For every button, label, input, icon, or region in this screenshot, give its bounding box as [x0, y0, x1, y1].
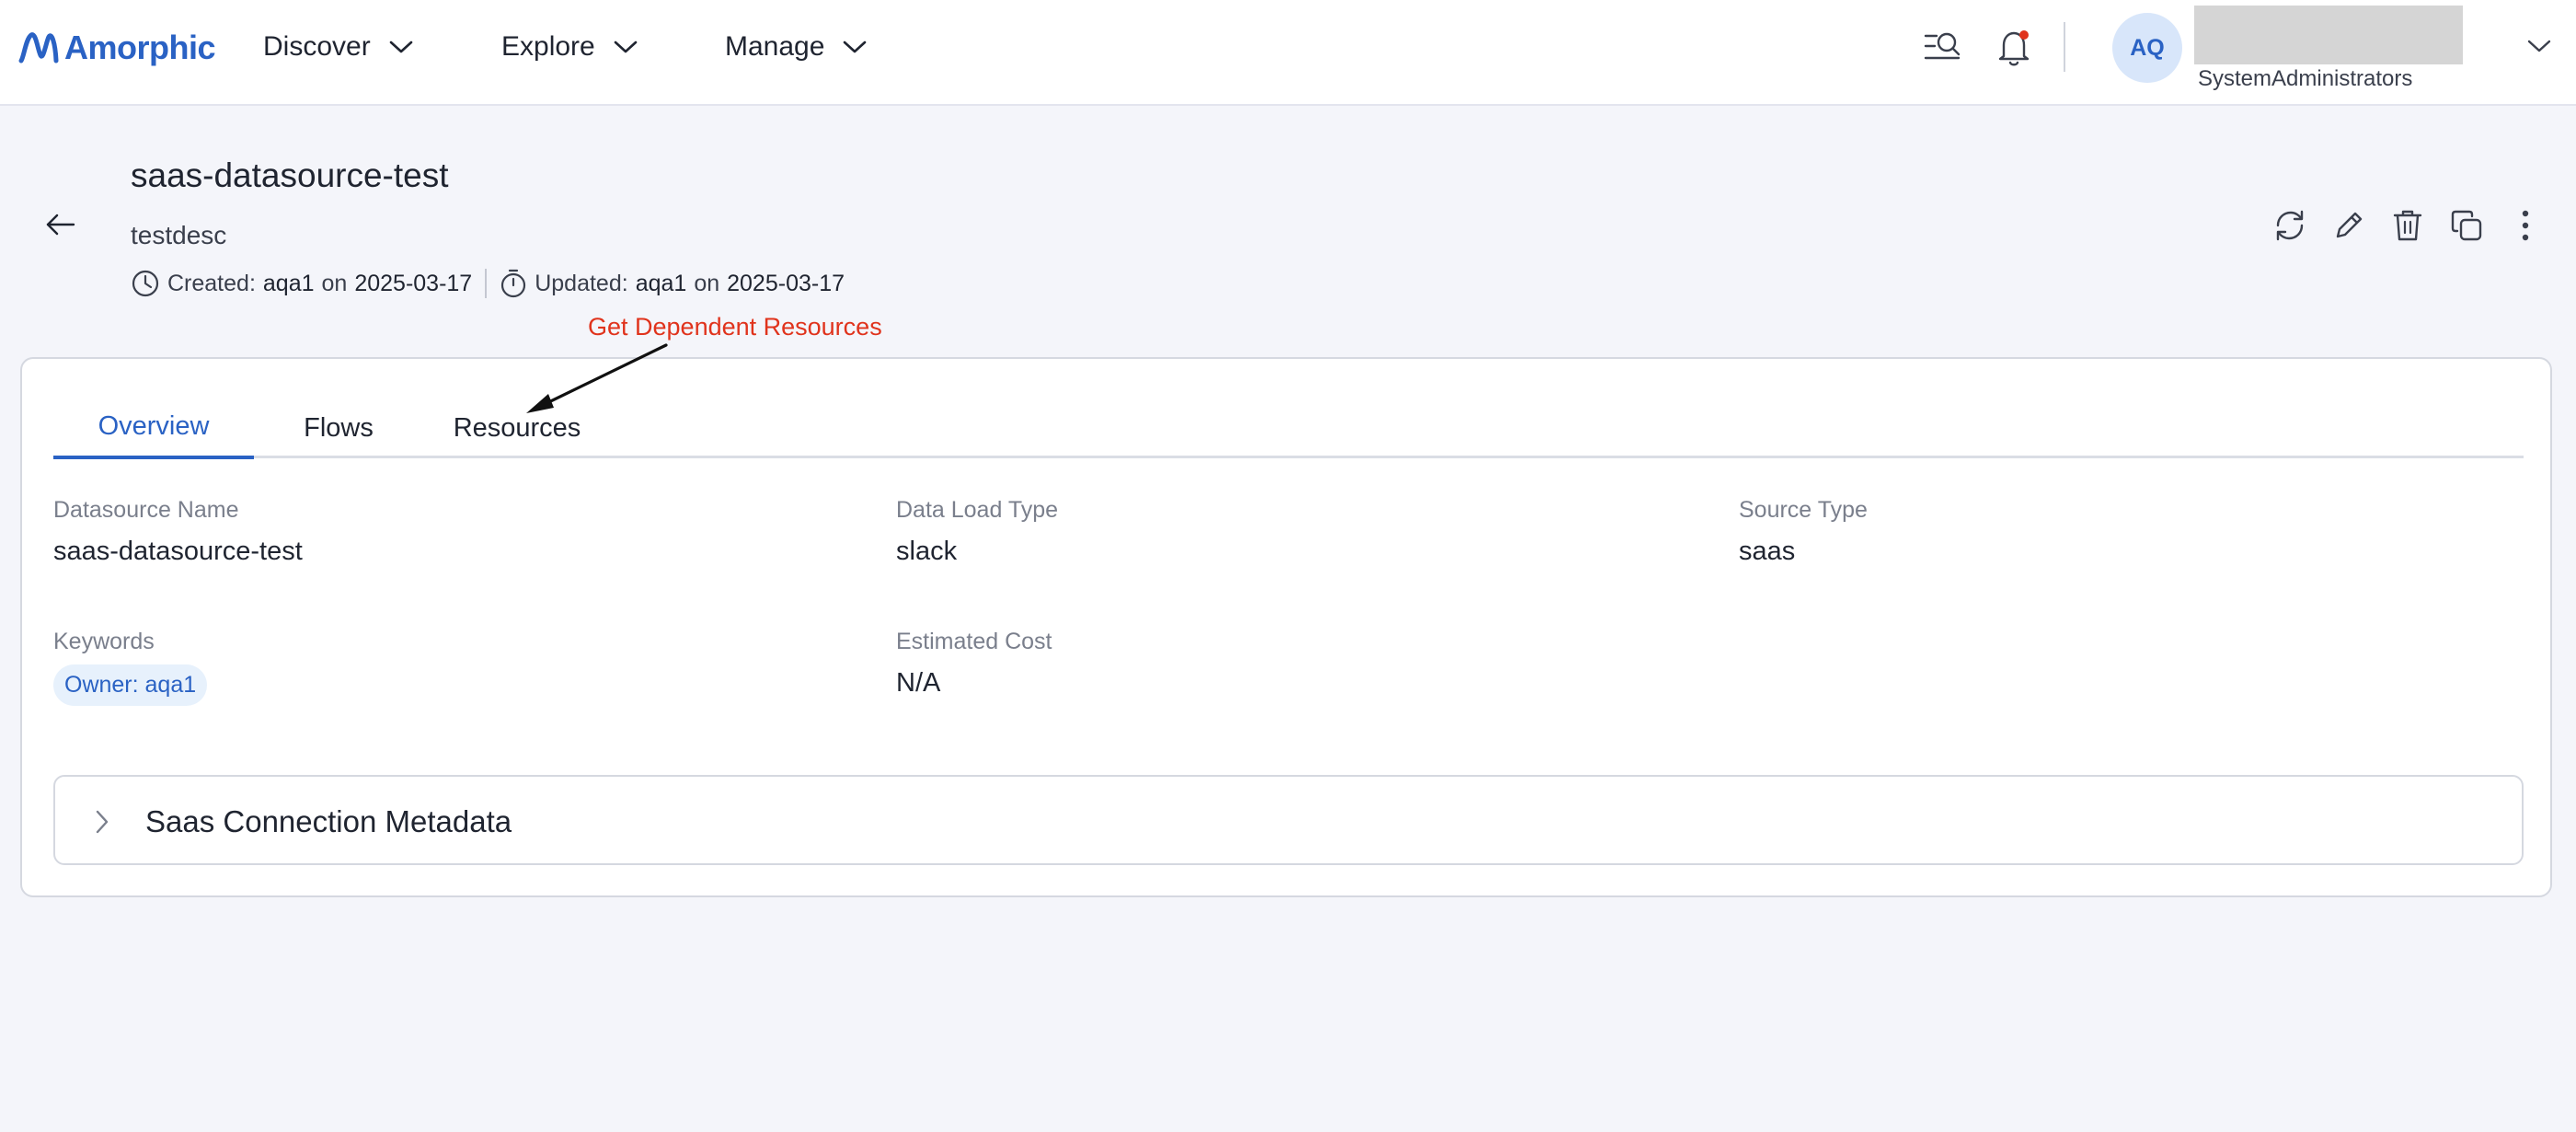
nav-manage[interactable]: Manage: [725, 26, 867, 68]
header-divider: [2064, 22, 2065, 72]
data-load-type-value: slack: [896, 537, 958, 566]
avatar[interactable]: AQ: [2112, 13, 2182, 83]
chevron-down-icon: [844, 40, 867, 53]
copy-button[interactable]: [2445, 204, 2488, 247]
datasource-name-label: Datasource Name: [53, 497, 239, 523]
tab-flows[interactable]: Flows: [274, 398, 403, 458]
updated-label: Updated:: [535, 270, 628, 296]
chevron-right-icon: [88, 808, 116, 836]
details-card: Overview Flows Resources Datasource Name…: [20, 357, 2552, 897]
stopwatch-icon: [501, 269, 526, 298]
annotation-arrow-icon: [526, 343, 668, 413]
clock-icon: [132, 270, 159, 297]
accordion-title: Saas Connection Metadata: [145, 804, 512, 838]
copy-icon: [2451, 210, 2482, 241]
more-options-button[interactable]: [2504, 204, 2547, 247]
created-label: Created:: [167, 270, 256, 296]
created-date: 2025-03-17: [354, 270, 473, 296]
delete-icon: [2393, 210, 2422, 241]
delete-button[interactable]: [2386, 204, 2429, 247]
refresh-button[interactable]: [2269, 204, 2311, 247]
tab-bar: Overview Flows Resources: [53, 398, 2524, 459]
chevron-down-icon: [2527, 40, 2551, 52]
chevron-down-icon: [389, 40, 413, 53]
page-description: testdesc: [131, 221, 227, 249]
bell-icon: [1998, 30, 2030, 66]
more-vertical-icon: [2522, 210, 2529, 241]
top-navigation-bar: Amorphic Discover Explore Manage AQ Syst…: [0, 0, 2576, 106]
updated-date: 2025-03-17: [727, 270, 845, 296]
refresh-icon: [2276, 210, 2304, 241]
created-by: aqa1: [262, 270, 315, 296]
source-type-label: Source Type: [1739, 497, 1868, 523]
field-data-load-type: Data Load Type slack: [896, 497, 1058, 567]
metadata-divider: [485, 269, 488, 298]
field-datasource-name: Datasource Name saas-datasource-test: [53, 497, 303, 567]
field-source-type: Source Type saas: [1739, 497, 1868, 567]
field-keywords: Keywords Owner: aqa1: [53, 629, 208, 706]
amorphic-logo-icon: [18, 32, 59, 64]
user-name-redacted: [2194, 6, 2463, 64]
datasource-name-value: saas-datasource-test: [53, 537, 303, 566]
edit-button[interactable]: [2328, 204, 2370, 247]
search-list-button[interactable]: [1921, 26, 1965, 70]
metadata-row: Created: aqa1 on 2025-03-17 Updated: aqa…: [131, 267, 845, 300]
created-on-label: on: [321, 270, 348, 296]
source-type-value: saas: [1739, 537, 1796, 566]
edit-icon: [2336, 212, 2363, 238]
keywords-label: Keywords: [53, 629, 155, 654]
updated-by: aqa1: [635, 270, 687, 296]
nav-discover-label: Discover: [263, 31, 371, 62]
tab-overview[interactable]: Overview: [53, 398, 254, 459]
logo-text: Amorphic: [64, 29, 216, 66]
updated-on-label: on: [694, 270, 720, 296]
nav-discover[interactable]: Discover: [263, 26, 413, 68]
estimated-cost-label: Estimated Cost: [896, 629, 1052, 654]
field-estimated-cost: Estimated Cost N/A: [896, 629, 1052, 699]
back-button[interactable]: [40, 204, 81, 245]
user-role: SystemAdministrators: [2198, 66, 2413, 91]
nav-explore[interactable]: Explore: [501, 26, 638, 68]
estimated-cost-value: N/A: [896, 668, 941, 698]
nav-manage-label: Manage: [725, 31, 825, 62]
data-load-type-label: Data Load Type: [896, 497, 1059, 523]
notifications-button[interactable]: [1993, 26, 2037, 70]
amorphic-logo[interactable]: Amorphic: [18, 24, 216, 72]
chevron-down-icon: [614, 40, 638, 53]
saas-connection-metadata-accordion[interactable]: Saas Connection Metadata: [53, 775, 2524, 865]
keyword-chip[interactable]: Owner: aqa1: [53, 664, 208, 706]
user-menu-toggle[interactable]: [2523, 29, 2556, 63]
search-list-icon: [1924, 32, 1961, 60]
page-title: saas-datasource-test: [131, 156, 449, 194]
arrow-left-icon: [46, 214, 75, 236]
nav-explore-label: Explore: [501, 31, 595, 62]
